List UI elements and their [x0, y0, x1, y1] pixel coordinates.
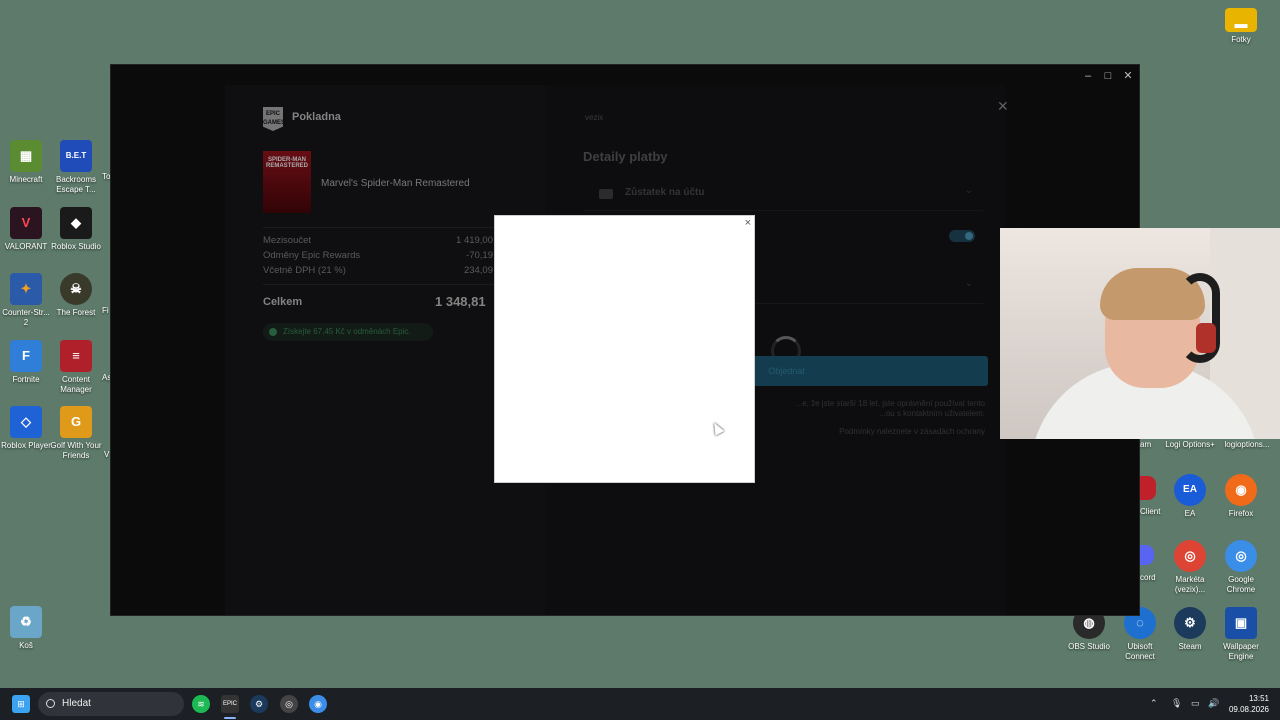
chrome-icon: ◎	[1225, 540, 1257, 572]
minecraft-icon: ▦	[10, 140, 42, 172]
desktop-icon-content-manager[interactable]: ≡ Content Manager	[50, 340, 102, 395]
desktop-icon-clipped-label: Fi	[102, 306, 109, 315]
microphone-icon[interactable]: 🎙	[1171, 698, 1182, 709]
close-icon[interactable]: ×	[745, 217, 751, 229]
taskbar-clock[interactable]: 13:51 09.08.2026	[1225, 693, 1269, 715]
backrooms-icon: B.E.T	[60, 140, 92, 172]
recycle-bin-icon: ♻	[10, 606, 42, 638]
app-taskbar-icon[interactable]: ◎	[280, 695, 298, 713]
desktop-icon-minecraft[interactable]: ▦ Minecraft	[0, 140, 52, 185]
ea-icon: EA	[1174, 474, 1206, 506]
headset-earcup	[1196, 323, 1216, 353]
desktop-icon-logi-options: Logi Options+	[1165, 440, 1215, 449]
desktop-icon-recycle-bin[interactable]: ♻ Koš	[0, 606, 52, 651]
steam-icon: ⚙	[1174, 607, 1206, 639]
epic-games-taskbar-icon[interactable]: EPIC	[221, 695, 239, 713]
content-manager-icon: ≡	[60, 340, 92, 372]
counter-strike-icon: ✦	[10, 273, 42, 305]
desktop-icon-roblox-studio[interactable]: ◆ Roblox Studio	[50, 207, 102, 252]
desktop-icon-golf[interactable]: G Golf With Your Friends	[50, 406, 102, 461]
valorant-icon: V	[10, 207, 42, 239]
active-app-indicator	[224, 717, 236, 719]
roblox-studio-icon: ◆	[60, 207, 92, 239]
chrome-taskbar-icon[interactable]: ◉	[309, 695, 327, 713]
desktop-icon-ea[interactable]: EA EA	[1164, 474, 1216, 519]
client-icon-partial[interactable]	[1140, 476, 1156, 500]
desktop-icon-roblox-player[interactable]: ◇ Roblox Player	[0, 406, 52, 451]
clock-date: 09.08.2026	[1228, 705, 1269, 714]
windows-start-icon[interactable]: ⊞	[12, 695, 30, 713]
desktop-icon-fotky[interactable]: ▬ Fotky	[1215, 8, 1267, 45]
the-forest-icon: ☠	[60, 273, 92, 305]
desktop-icon-chrome[interactable]: ◎ Google Chrome	[1215, 540, 1267, 595]
taskbar-search[interactable]: Hledat	[38, 692, 184, 716]
desktop-icon-fortnite[interactable]: F Fortnite	[0, 340, 52, 385]
desktop-icon-clipped-label: cord	[1140, 573, 1156, 582]
roblox-player-icon: ◇	[10, 406, 42, 438]
chrome-profile-icon: ◎	[1174, 540, 1206, 572]
folder-icon: ▬	[1225, 8, 1257, 32]
golf-icon: G	[60, 406, 92, 438]
desktop-icon-counter-strike[interactable]: ✦ Counter-Str... 2	[0, 273, 52, 328]
desktop-icon-marketa[interactable]: ◎ Markéta (vezix)...	[1164, 540, 1216, 595]
desktop-icon-clipped-label: V	[104, 450, 110, 459]
desktop-icon-backrooms[interactable]: B.E.T Backrooms Escape T...	[50, 140, 102, 195]
desktop-icon-wallpaper-engine[interactable]: ▣ Wallpaper Engine	[1215, 607, 1267, 662]
payment-popup-dialog: ×	[494, 215, 755, 483]
spotify-icon[interactable]: ≋	[192, 695, 210, 713]
firefox-icon: ◉	[1225, 474, 1257, 506]
taskbar: ⊞ Hledat ≋ EPIC ⚙ ◎ ◉ ⌃ 🎙 ▭ 🔊 13:51 09.0…	[0, 688, 1280, 720]
desktop-icon-clipped-label: Client	[1140, 507, 1161, 516]
webcam-overlay	[1000, 228, 1280, 439]
desktop-icon-steam[interactable]: ⚙ Steam	[1164, 607, 1216, 652]
fortnite-icon: F	[10, 340, 42, 372]
steam-taskbar-icon[interactable]: ⚙	[250, 695, 268, 713]
desktop-icon-clipped-label: am	[1140, 440, 1152, 449]
desktop-icon-firefox[interactable]: ◉ Firefox	[1215, 474, 1267, 519]
desktop-icon-valorant[interactable]: V VALORANT	[0, 207, 52, 252]
discord-icon-partial[interactable]	[1140, 545, 1154, 565]
tray-chevron-icon[interactable]: ⌃	[1150, 698, 1158, 709]
display-icon[interactable]: ▭	[1191, 698, 1200, 709]
wallpaper-engine-icon: ▣	[1225, 607, 1257, 639]
clock-time: 13:51	[1248, 694, 1269, 703]
desktop-icon-logioptions: logioptions...	[1224, 440, 1270, 449]
desktop-icon-the-forest[interactable]: ☠ The Forest	[50, 273, 102, 318]
volume-icon[interactable]: 🔊	[1208, 698, 1219, 709]
